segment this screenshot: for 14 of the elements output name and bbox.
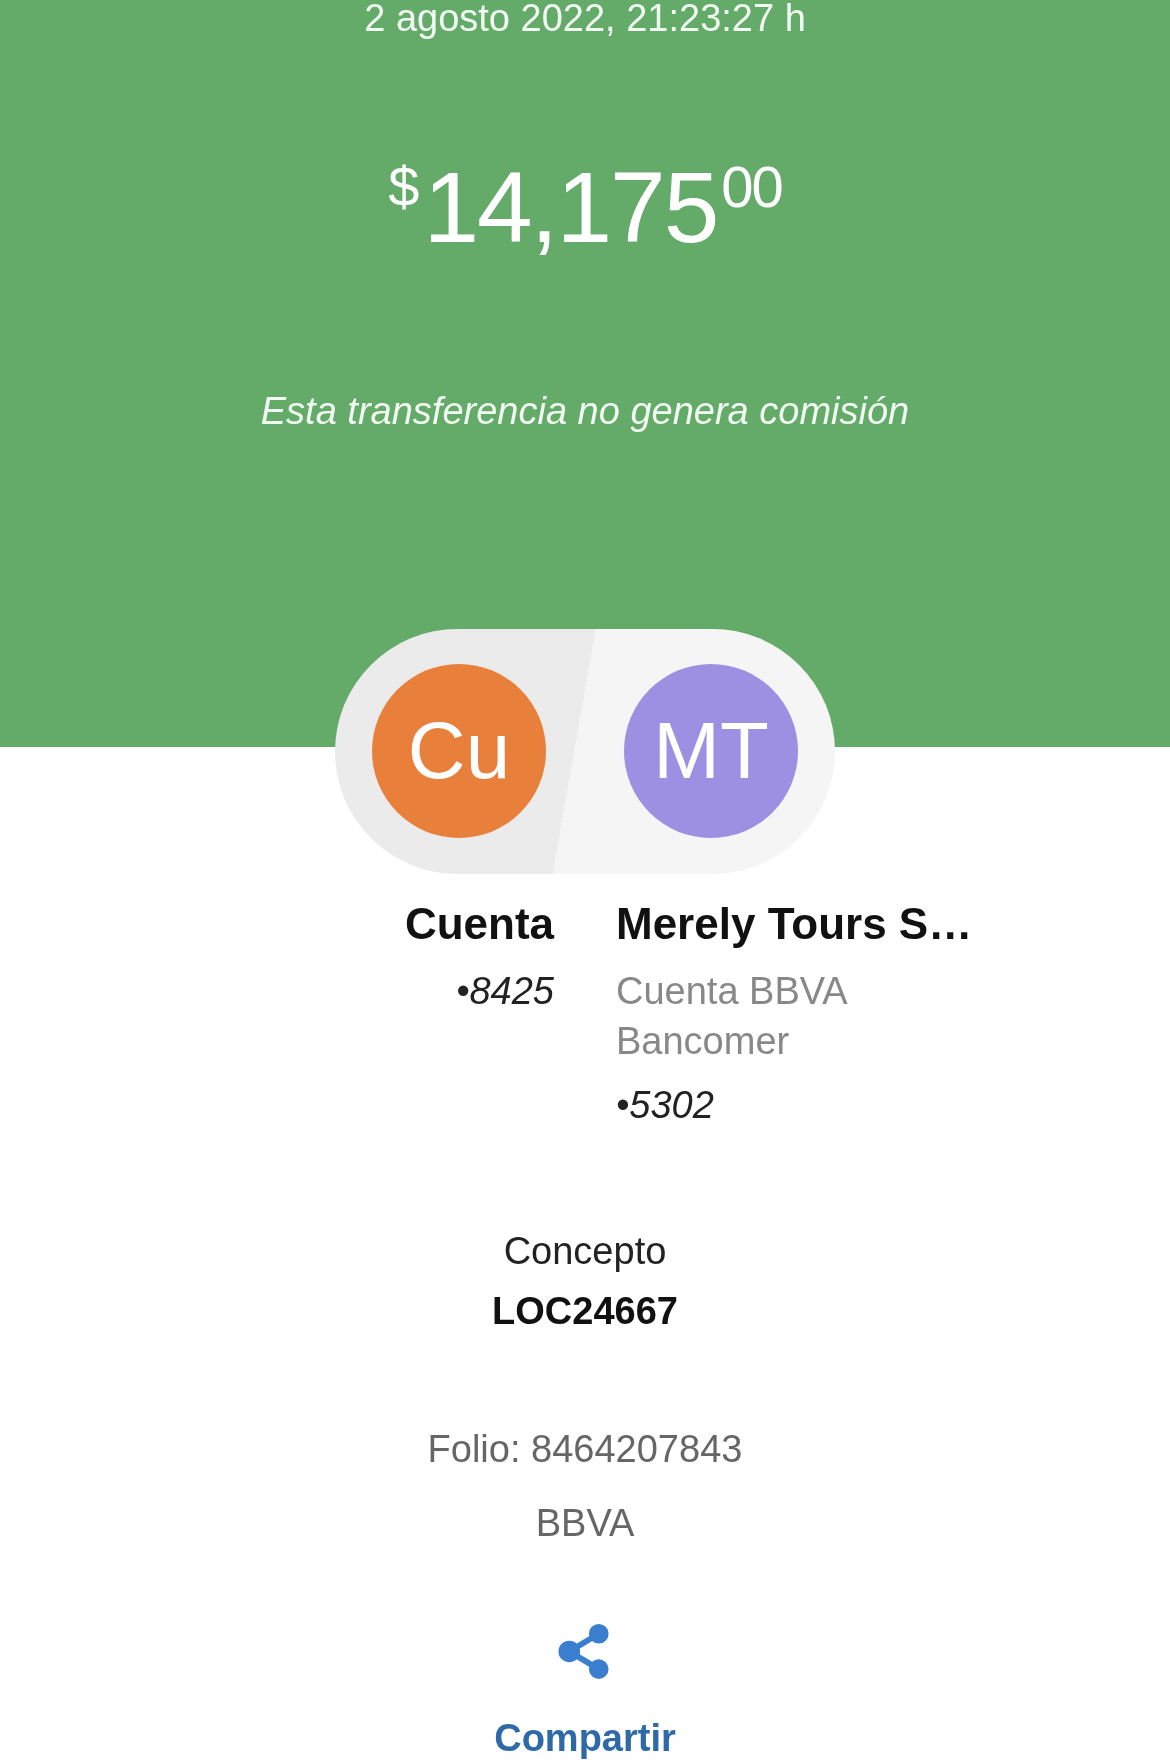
bank-name: BBVA (535, 1501, 635, 1547)
share-button[interactable]: Compartir (494, 1713, 676, 1763)
avatar: Cu (372, 664, 546, 839)
folio: Folio: 8464207843 (427, 1427, 743, 1473)
party-name: Cuenta (404, 898, 554, 951)
bank-name: Cuenta BBVA Bancomer (616, 969, 848, 1065)
transfer-date: 2 agosto 2022, 21:23:27 h (364, 0, 806, 41)
avatar: MT (624, 664, 798, 839)
account-number: •8425 (456, 969, 554, 1015)
account-number: •5302 (616, 1083, 714, 1129)
concept-label: Concepto (503, 1229, 667, 1275)
concept-value: LOC24667 (492, 1289, 678, 1335)
party-name: Merely Tours S… (616, 898, 973, 951)
commission-note: Esta transferencia no genera comisión (260, 390, 910, 433)
